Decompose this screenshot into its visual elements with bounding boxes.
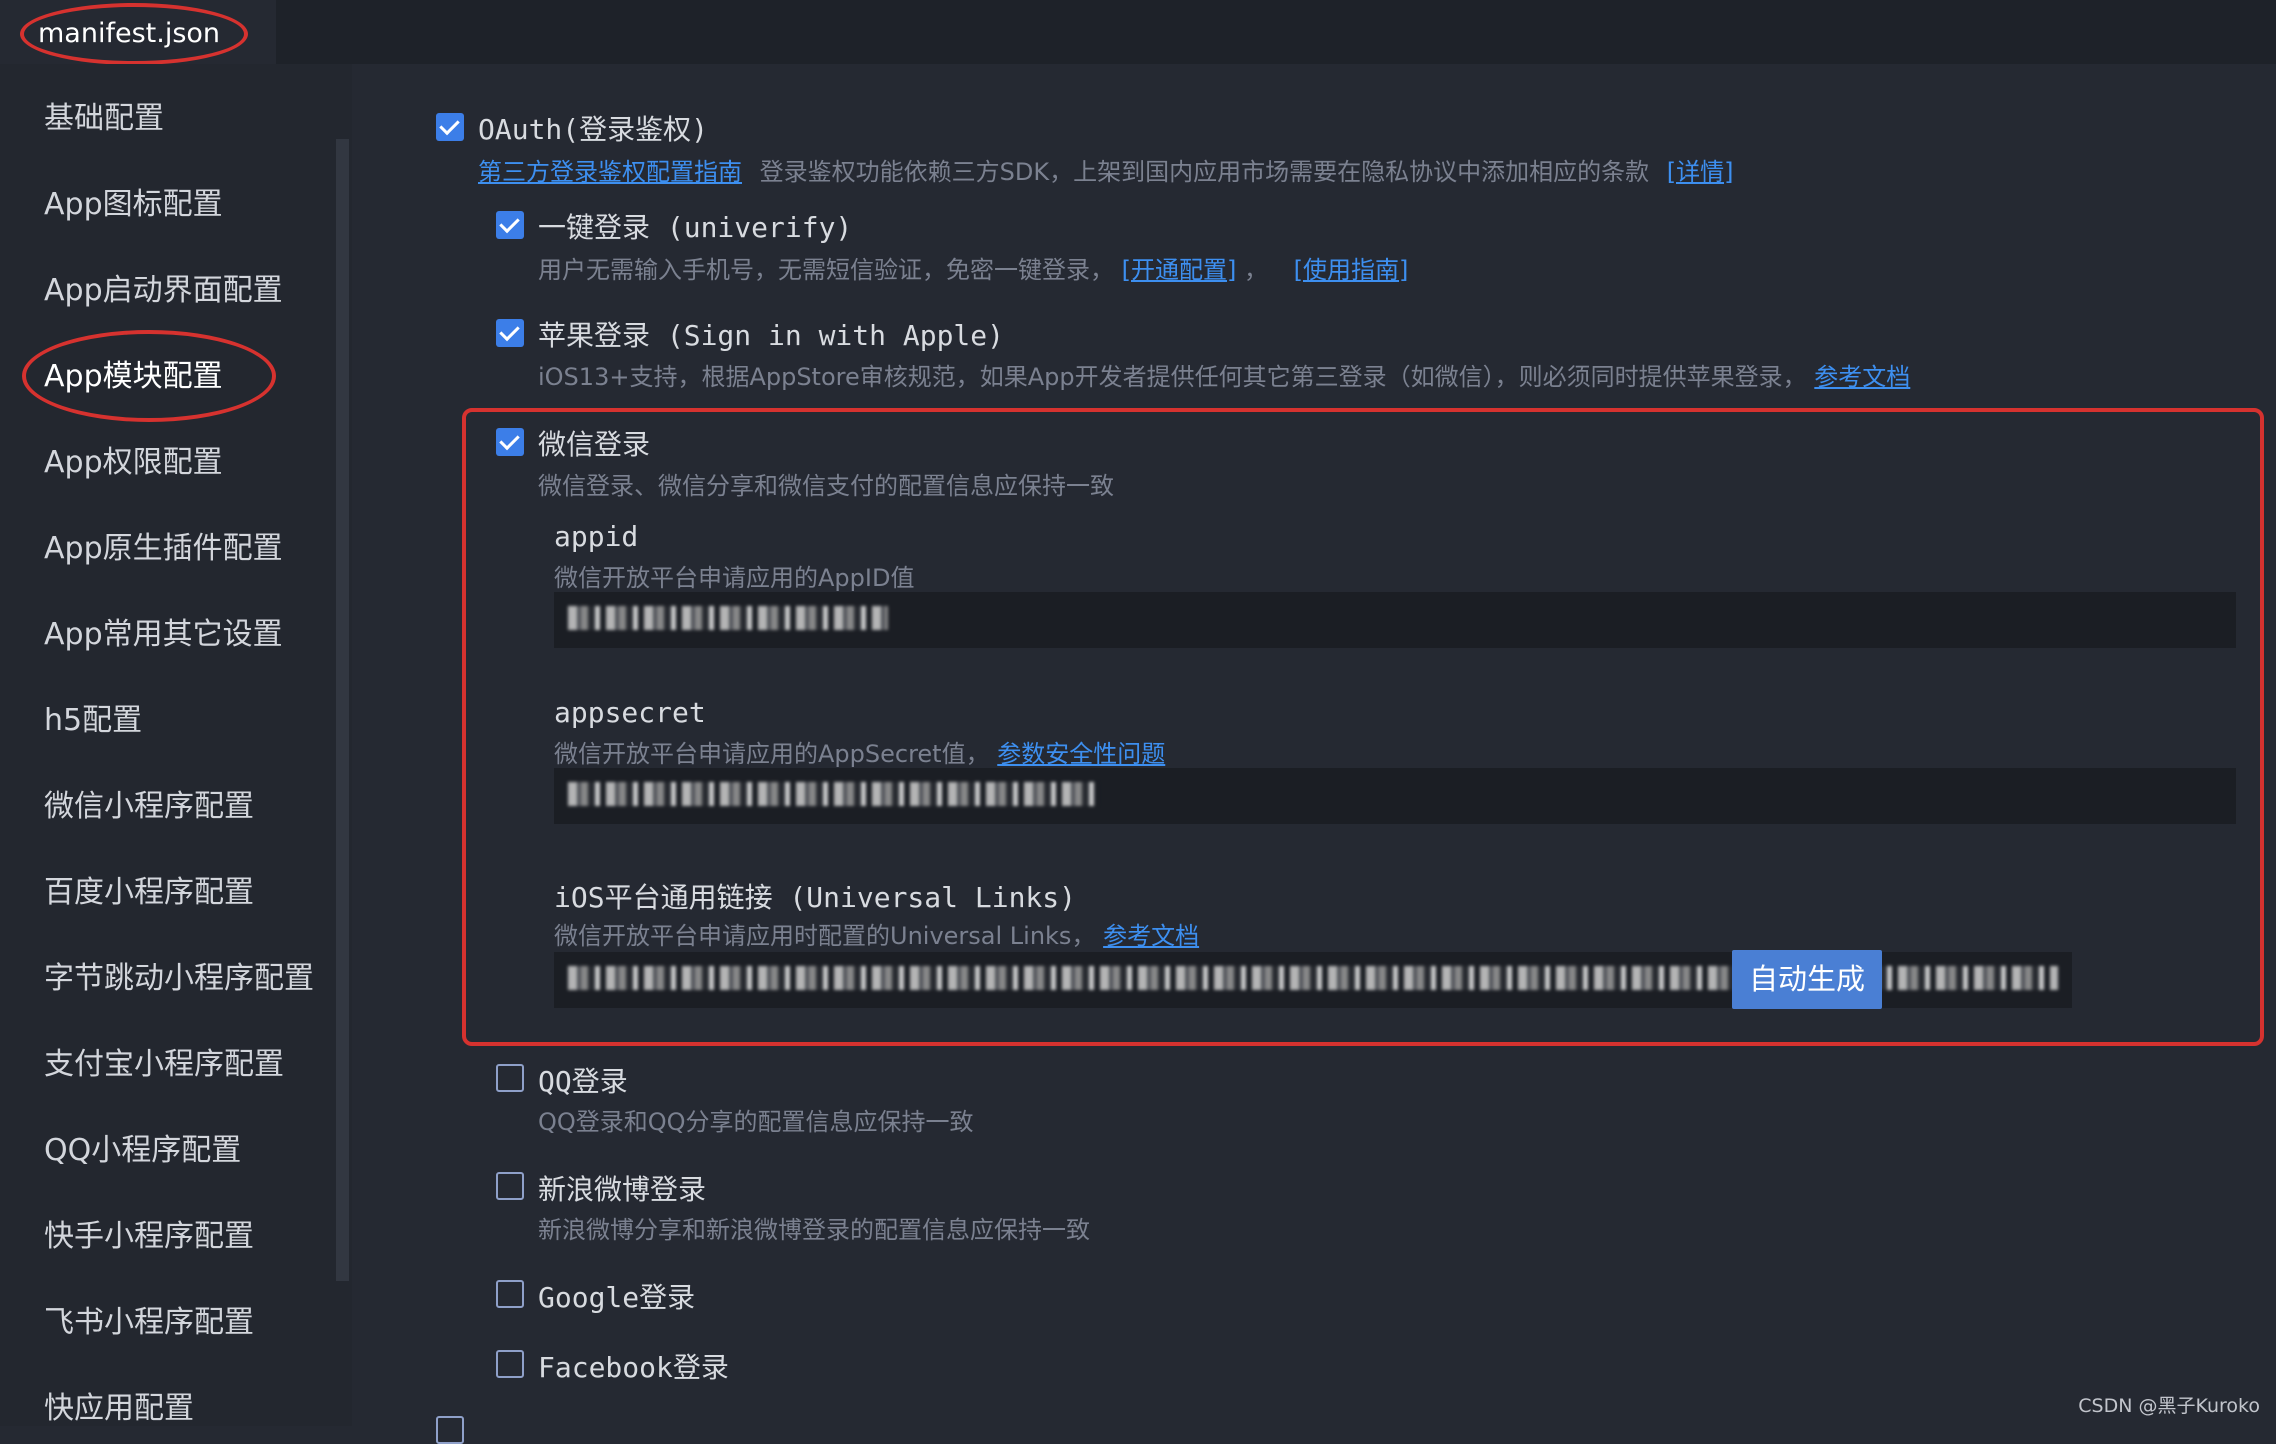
appid-desc: 微信开放平台申请应用的AppID值 — [554, 564, 915, 592]
redacted-appid — [568, 606, 888, 630]
sidebar-item-basic[interactable]: 基础配置 — [44, 96, 164, 142]
apple-login-checkbox[interactable] — [496, 319, 524, 347]
univerify-title: 一键登录 (univerify) — [538, 211, 853, 244]
univerify-open-link[interactable]: [开通配置] — [1122, 256, 1237, 284]
sidebar-item-weixin-mp[interactable]: 微信小程序配置 — [44, 784, 254, 830]
sidebar-item-baidu-mp[interactable]: 百度小程序配置 — [44, 870, 254, 916]
appsecret-security-link[interactable]: 参数安全性问题 — [997, 740, 1165, 768]
sidebar-item-app-native-plugins[interactable]: App原生插件配置 — [44, 526, 283, 572]
weixin-login-checkbox[interactable] — [496, 428, 524, 456]
sidebar-item-qq-mp[interactable]: QQ小程序配置 — [44, 1128, 241, 1174]
watermark: CSDN @黑子Kuroko — [2078, 1395, 2260, 1417]
weibo-login-title: 新浪微博登录 — [538, 1173, 707, 1206]
oauth-detail-link[interactable]: [详情] — [1667, 158, 1734, 186]
facebook-login-title: Facebook登录 — [538, 1351, 729, 1384]
google-login-title: Google登录 — [538, 1281, 696, 1314]
appid-label: appid — [554, 520, 639, 553]
apple-login-title: 苹果登录 (Sign in with Apple) — [538, 319, 1005, 352]
qq-login-desc: QQ登录和QQ分享的配置信息应保持一致 — [538, 1108, 974, 1136]
qq-login-title: QQ登录 — [538, 1065, 628, 1098]
univerify-separator: ， — [1244, 256, 1269, 284]
sidebar-item-h5[interactable]: h5配置 — [44, 698, 142, 744]
sidebar-item-app-splash[interactable]: App启动界面配置 — [44, 268, 283, 314]
appsecret-label: appsecret — [554, 696, 706, 729]
sidebar-item-toutiao-mp[interactable]: 字节跳动小程序配置 — [44, 956, 314, 1002]
apple-login-desc: iOS13+支持，根据AppStore审核规范，如果App开发者提供任何其它第三… — [538, 363, 1807, 391]
sidebar-item-alipay-mp[interactable]: 支付宝小程序配置 — [44, 1042, 284, 1088]
sidebar-item-kuaishou-mp[interactable]: 快手小程序配置 — [44, 1214, 254, 1260]
appsecret-desc: 微信开放平台申请应用的AppSecret值， — [554, 740, 990, 768]
sidebar-item-app-icon[interactable]: App图标配置 — [44, 182, 223, 228]
oauth-title: OAuth(登录鉴权) — [478, 113, 709, 146]
universal-links-label: iOS平台通用链接 (Universal Links) — [554, 881, 1077, 914]
highlight-circle-tab — [20, 3, 248, 65]
universal-links-doc-link[interactable]: 参考文档 — [1103, 922, 1199, 950]
weibo-login-desc: 新浪微博分享和新浪微博登录的配置信息应保持一致 — [538, 1216, 1090, 1244]
univerify-desc: 用户无需输入手机号，无需短信验证，免密一键登录， — [538, 256, 1114, 284]
sidebar-item-app-permissions[interactable]: App权限配置 — [44, 440, 223, 486]
auto-generate-button[interactable]: 自动生成 — [1732, 950, 1882, 1009]
sidebar-item-feishu-mp[interactable]: 飞书小程序配置 — [44, 1300, 254, 1346]
highlight-circle-sidebar — [22, 330, 276, 422]
univerify-checkbox[interactable] — [496, 211, 524, 239]
appid-input[interactable] — [554, 592, 2236, 648]
appsecret-input[interactable] — [554, 768, 2236, 824]
tab-manifest-json[interactable]: manifest.json — [0, 0, 276, 65]
redacted-appsecret — [568, 782, 1098, 806]
oauth-checkbox[interactable] — [436, 113, 464, 141]
google-login-checkbox[interactable] — [496, 1280, 524, 1308]
sidebar-item-app-other[interactable]: App常用其它设置 — [44, 612, 283, 658]
sidebar-item-quickapp[interactable]: 快应用配置 — [44, 1386, 194, 1432]
oauth-guide-link[interactable]: 第三方登录鉴权配置指南 — [478, 158, 742, 186]
qq-login-checkbox[interactable] — [496, 1064, 524, 1092]
facebook-login-checkbox[interactable] — [496, 1350, 524, 1378]
sidebar-scrollbar[interactable] — [336, 139, 349, 1281]
weixin-login-title: 微信登录 — [538, 428, 651, 461]
next-section-checkbox[interactable] — [436, 1416, 464, 1444]
weibo-login-checkbox[interactable] — [496, 1172, 524, 1200]
oauth-desc: 登录鉴权功能依赖三方SDK，上架到国内应用市场需要在隐私协议中添加相应的条款 — [759, 158, 1650, 186]
weixin-login-desc: 微信登录、微信分享和微信支付的配置信息应保持一致 — [538, 472, 1114, 500]
universal-links-desc: 微信开放平台申请应用时配置的Universal Links， — [554, 922, 1096, 950]
univerify-guide-link[interactable]: [使用指南] — [1294, 256, 1409, 284]
editor-tab-bar: manifest.json — [0, 0, 2276, 65]
apple-doc-link[interactable]: 参考文档 — [1814, 363, 1910, 391]
